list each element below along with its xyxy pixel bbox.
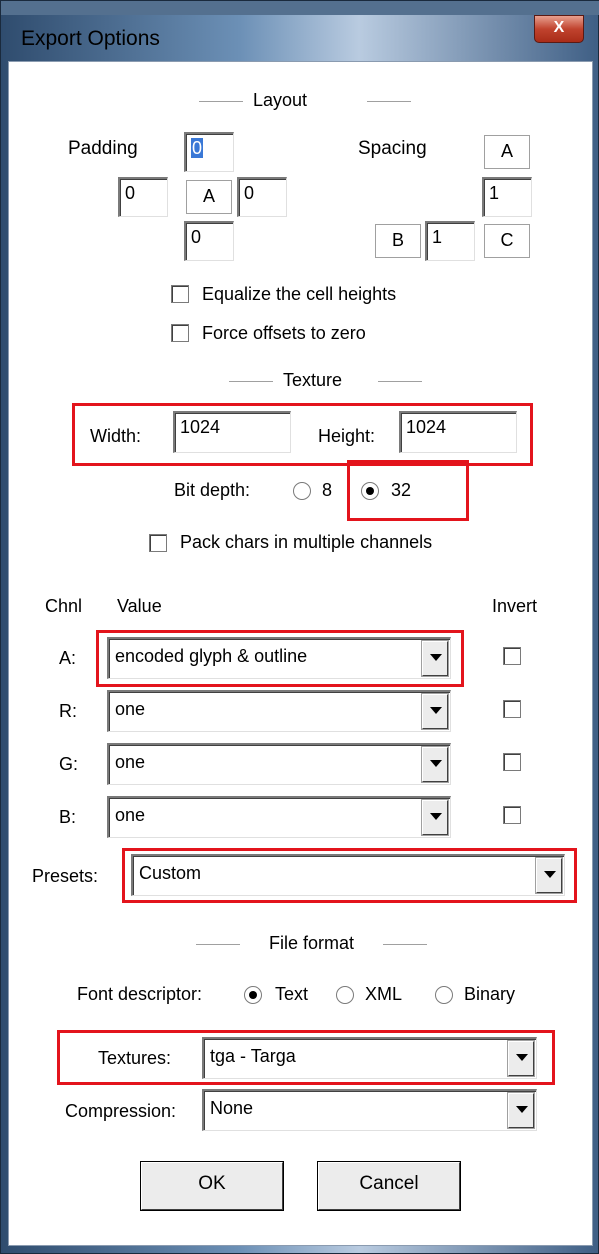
spacing-b-label: B <box>375 224 421 258</box>
bit-depth-32-radio[interactable] <box>361 482 379 500</box>
textures-select[interactable]: tga - Targa <box>202 1037 537 1079</box>
presets-label: Presets: <box>32 866 99 886</box>
file-format-separator-right <box>383 944 427 945</box>
width-input[interactable]: 1024 <box>173 411 291 453</box>
channel-r-invert-checkbox[interactable] <box>503 700 521 718</box>
window-top-edge <box>1 1 599 15</box>
channel-b-label: B: <box>59 807 77 827</box>
chnl-header: Chnl <box>45 596 83 616</box>
descriptor-binary-label: Binary <box>464 984 516 1004</box>
descriptor-binary-radio[interactable] <box>435 986 453 1004</box>
dialog-body: Layout Padding 0 0 A 0 0 Spacing A 1 B 1… <box>8 61 593 1246</box>
padding-top-input[interactable]: 0 <box>184 132 234 172</box>
presets-value: Custom <box>139 863 202 883</box>
channel-a-label: A: <box>59 648 77 668</box>
chevron-down-icon[interactable] <box>421 640 449 677</box>
pack-channels-checkbox[interactable] <box>149 534 167 552</box>
file-format-separator-left <box>196 944 240 945</box>
close-button[interactable]: X <box>534 15 584 43</box>
texture-section-label: Texture <box>283 370 343 390</box>
channel-b-value: one <box>115 805 146 825</box>
presets-select[interactable]: Custom <box>131 854 565 896</box>
spacing-c-label: C <box>484 224 530 258</box>
textures-label: Textures: <box>98 1048 172 1068</box>
layout-separator-left <box>199 101 243 102</box>
layout-section-label: Layout <box>253 90 308 110</box>
file-format-section-label: File format <box>269 933 355 953</box>
channel-r-value: one <box>115 699 146 719</box>
channel-g-value: one <box>115 752 146 772</box>
descriptor-xml-label: XML <box>365 984 403 1004</box>
export-options-window: Export Options X Layout Padding 0 0 A 0 … <box>0 0 599 1254</box>
bit-depth-8-label: 8 <box>322 480 333 500</box>
chevron-down-icon[interactable] <box>507 1040 535 1077</box>
bit-depth-8-radio[interactable] <box>293 482 311 500</box>
channel-g-invert-checkbox[interactable] <box>503 753 521 771</box>
padding-top-selected-text: 0 <box>191 138 204 158</box>
descriptor-text-radio[interactable] <box>244 986 262 1004</box>
padding-a-label: A <box>186 180 232 214</box>
force-offsets-label: Force offsets to zero <box>202 323 366 343</box>
padding-right-input[interactable]: 0 <box>237 177 287 217</box>
chevron-down-icon[interactable] <box>421 799 449 836</box>
channel-b-invert-checkbox[interactable] <box>503 806 521 824</box>
channel-r-select[interactable]: one <box>107 690 451 732</box>
chevron-down-icon[interactable] <box>421 693 449 730</box>
height-input[interactable]: 1024 <box>399 411 517 453</box>
force-offsets-checkbox[interactable] <box>171 324 189 342</box>
descriptor-xml-radio[interactable] <box>336 986 354 1004</box>
width-label: Width: <box>90 426 142 446</box>
chevron-down-icon[interactable] <box>421 746 449 783</box>
descriptor-text-label: Text <box>275 984 309 1004</box>
spacing-label: Spacing <box>358 138 427 159</box>
font-descriptor-label: Font descriptor: <box>77 984 203 1004</box>
ok-button[interactable]: OK <box>140 1161 284 1211</box>
value-header: Value <box>117 596 162 616</box>
padding-left-input[interactable]: 0 <box>118 177 168 217</box>
spacing-vertical-input[interactable]: 1 <box>482 177 532 217</box>
channel-a-value: encoded glyph & outline <box>115 646 308 666</box>
texture-separator-left <box>229 381 273 382</box>
channel-g-select[interactable]: one <box>107 743 451 785</box>
channel-b-select[interactable]: one <box>107 796 451 838</box>
chevron-down-icon[interactable] <box>535 857 563 894</box>
height-label: Height: <box>318 426 376 446</box>
bit-depth-32-label: 32 <box>391 480 412 500</box>
title-bar[interactable]: Export Options X <box>7 15 594 61</box>
layout-separator-right <box>367 101 411 102</box>
window-title: Export Options <box>21 27 160 50</box>
compression-value: None <box>210 1098 254 1118</box>
channel-r-label: R: <box>59 701 77 721</box>
spacing-a-label: A <box>484 135 530 169</box>
channel-a-select[interactable]: encoded glyph & outline <box>107 637 451 679</box>
equalize-checkbox[interactable] <box>171 285 189 303</box>
channel-g-label: G: <box>59 754 79 774</box>
bit-depth-label: Bit depth: <box>174 480 251 500</box>
equalize-label: Equalize the cell heights <box>202 284 397 304</box>
textures-value: tga - Targa <box>210 1046 296 1066</box>
compression-select[interactable]: None <box>202 1089 537 1131</box>
spacing-horizontal-input[interactable]: 1 <box>425 221 475 261</box>
padding-label: Padding <box>68 138 138 159</box>
channel-a-invert-checkbox[interactable] <box>503 647 521 665</box>
compression-label: Compression: <box>65 1101 177 1121</box>
pack-channels-label: Pack chars in multiple channels <box>180 532 433 552</box>
texture-separator-right <box>378 381 422 382</box>
padding-bottom-input[interactable]: 0 <box>184 221 234 261</box>
chevron-down-icon[interactable] <box>507 1092 535 1129</box>
invert-header: Invert <box>492 596 538 616</box>
cancel-button[interactable]: Cancel <box>317 1161 461 1211</box>
